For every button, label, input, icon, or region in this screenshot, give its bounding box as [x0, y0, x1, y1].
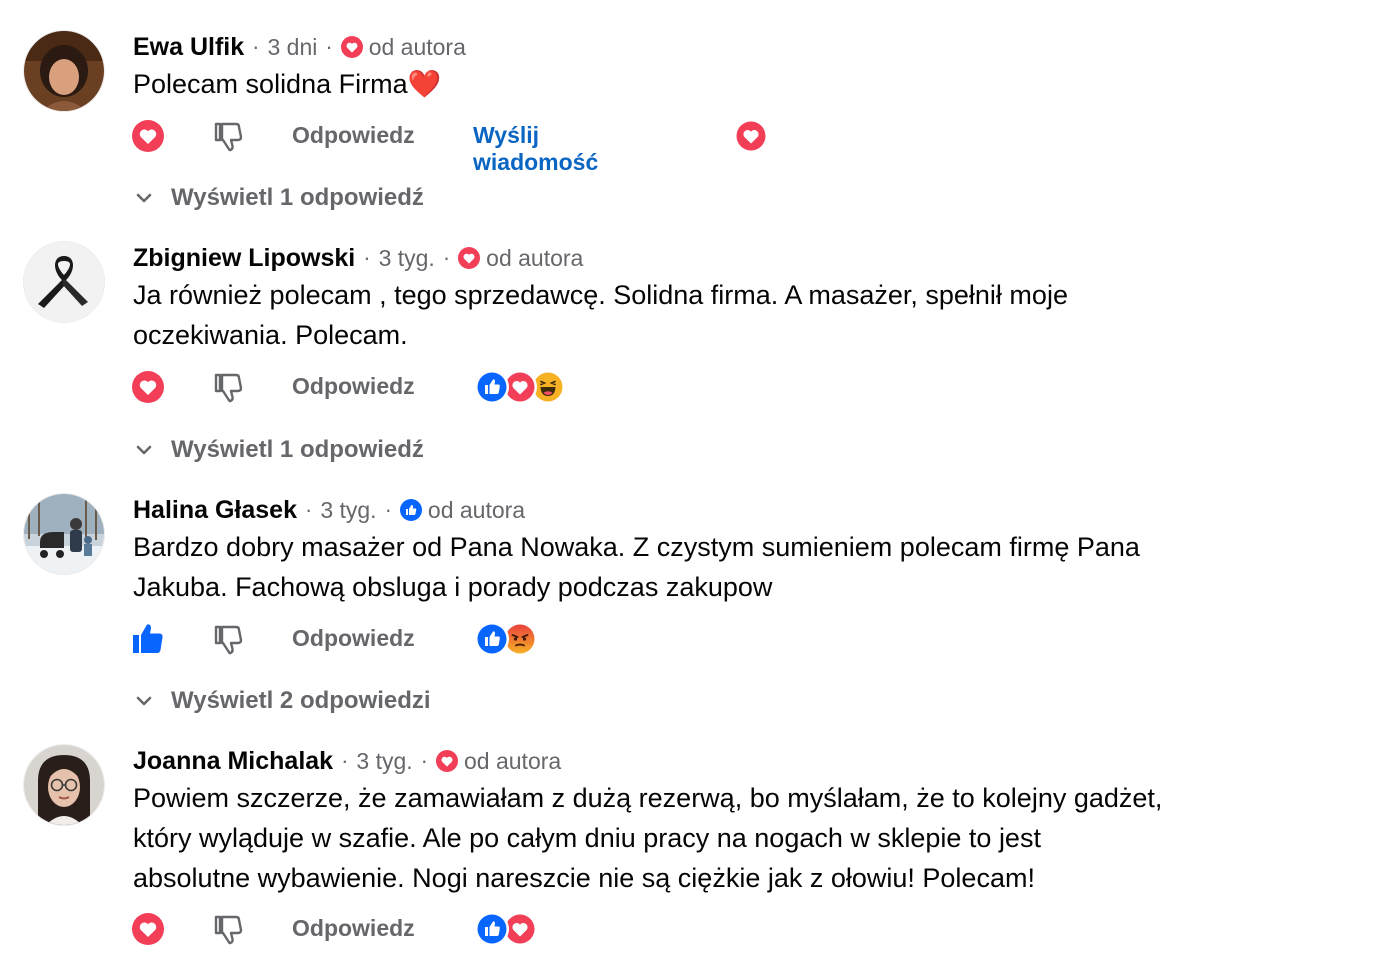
author-reaction-label: od autora [486, 244, 584, 271]
separator: · [341, 748, 349, 773]
reply-button[interactable]: Odpowiedz [292, 625, 415, 652]
avatar-ewa-ulfik[interactable] [24, 31, 104, 111]
reply-button[interactable]: Odpowiedz [292, 915, 415, 942]
avatar-halina-glasek[interactable] [24, 494, 104, 574]
separator: · [325, 34, 333, 59]
show-replies-label: Wyświetl 2 odpowiedzi [171, 687, 431, 714]
reply-button[interactable]: Odpowiedz [292, 373, 415, 400]
show-replies-label: Wyświetl 1 odpowiedź [171, 436, 424, 463]
love-reaction-button[interactable] [130, 911, 166, 947]
dislike-button[interactable] [210, 621, 246, 657]
author-reaction-label: od autora [464, 747, 562, 774]
separator: · [252, 34, 260, 59]
dislike-button[interactable] [210, 911, 246, 947]
timestamp[interactable]: 3 tyg. [379, 245, 435, 272]
comment-text-line: Polecam solidna Firma❤️ [133, 69, 442, 99]
chevron-down-icon [136, 445, 152, 455]
timestamp[interactable]: 3 tyg. [320, 497, 376, 524]
author-reaction-label: od autora [368, 33, 466, 60]
heart-icon [734, 119, 768, 153]
comment-text-line: który wyląduje w szafie. Ale po całym dn… [133, 823, 1041, 853]
heart-icon [436, 750, 458, 772]
comment-header: Zbigniew Lipowski · 3 tyg. · od autora [133, 242, 583, 274]
show-replies-button[interactable]: Wyświetl 1 odpowiedź [133, 182, 424, 214]
like-icon [475, 912, 509, 946]
show-replies-label: Wyświetl 1 odpowiedź [171, 184, 424, 211]
author-name[interactable]: Zbigniew Lipowski [133, 244, 355, 273]
comment-text: Ja również polecam , tego sprzedawcę. So… [133, 275, 1333, 355]
like-reaction-button[interactable] [130, 621, 166, 657]
separator: · [442, 245, 451, 270]
separator: · [420, 748, 428, 773]
comment-text-line: Powiem szczerze, że zamawiałam z dużą re… [133, 783, 1163, 813]
author-name[interactable]: Joanna Michalak [133, 747, 333, 776]
comment-text-line: oczekiwania. Polecam. [133, 320, 408, 350]
avatar-joanna-michalak[interactable] [24, 745, 104, 825]
heart-icon [458, 247, 481, 269]
comment-header: Joanna Michalak · 3 tyg. · od autora [133, 745, 561, 777]
author-name[interactable]: Halina Głasek [133, 496, 297, 525]
comment-text: Powiem szczerze, że zamawiałam z dużą re… [133, 778, 1333, 898]
separator: · [304, 497, 313, 522]
chevron-down-icon [136, 696, 152, 706]
love-reaction-button[interactable] [130, 369, 166, 405]
like-icon [475, 370, 509, 404]
author-reaction-label: od autora [427, 496, 526, 523]
author-name[interactable]: Ewa Ulfik [133, 33, 244, 62]
love-reaction-button[interactable] [130, 118, 166, 154]
dislike-button[interactable] [210, 118, 246, 154]
comment-text: Polecam solidna Firma❤️ [133, 64, 1333, 104]
show-replies-button[interactable]: Wyświetl 1 odpowiedź [133, 434, 424, 466]
timestamp[interactable]: 3 dni [267, 34, 317, 61]
dislike-button[interactable] [210, 369, 246, 405]
avatar-zbigniew-lipowski[interactable] [24, 242, 104, 322]
comment-text: Bardzo dobry masażer od Pana Nowaka. Z c… [133, 527, 1333, 607]
chevron-down-icon [136, 193, 152, 203]
comment-text-line: Bardzo dobry masażer od Pana Nowaka. Z c… [133, 532, 1140, 562]
comment-header: Ewa Ulfik · 3 dni · od autora [133, 31, 466, 63]
like-icon [399, 499, 422, 521]
separator: · [363, 245, 371, 270]
reply-button[interactable]: Odpowiedz [292, 122, 415, 149]
show-replies-button[interactable]: Wyświetl 2 odpowiedzi [133, 685, 431, 717]
comment-text-line: Jakuba. Fachową obsluga i porady podczas… [133, 572, 773, 602]
timestamp[interactable]: 3 tyg. [356, 748, 412, 775]
heart-icon [340, 36, 363, 58]
send-message-link[interactable]: Wyślij wiadomość [473, 122, 598, 176]
comment-text-line: Ja również polecam , tego sprzedawcę. So… [133, 280, 1068, 310]
comment-text-line: absolutne wybawienie. Nogi nareszcie nie… [133, 863, 1035, 893]
separator: · [384, 497, 392, 522]
comment-header: Halina Głasek · 3 tyg. · od autora [133, 494, 525, 526]
like-icon [475, 622, 509, 656]
